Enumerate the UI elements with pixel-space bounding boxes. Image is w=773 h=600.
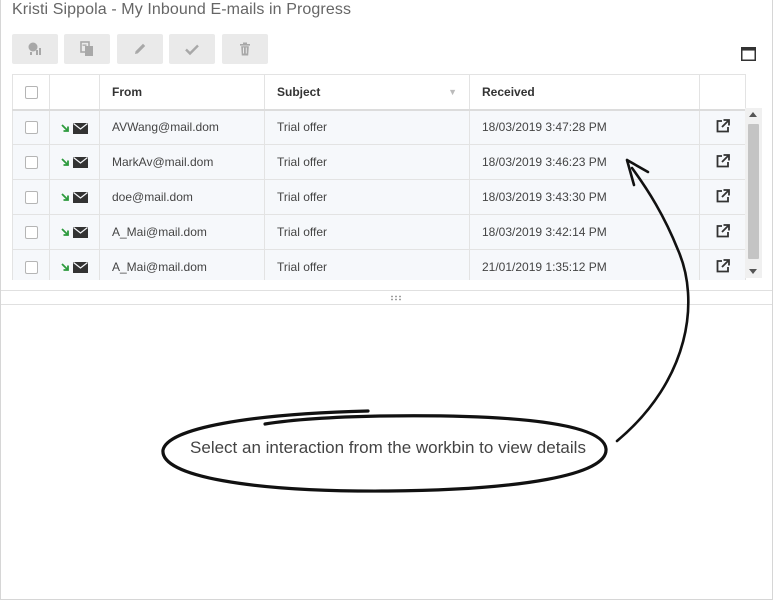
callout-arrow-head	[625, 158, 650, 187]
callout-arrow-line	[615, 166, 690, 443]
callout-annotation	[161, 158, 690, 493]
details-placeholder-text: Select an interaction from the workbin t…	[190, 438, 586, 457]
